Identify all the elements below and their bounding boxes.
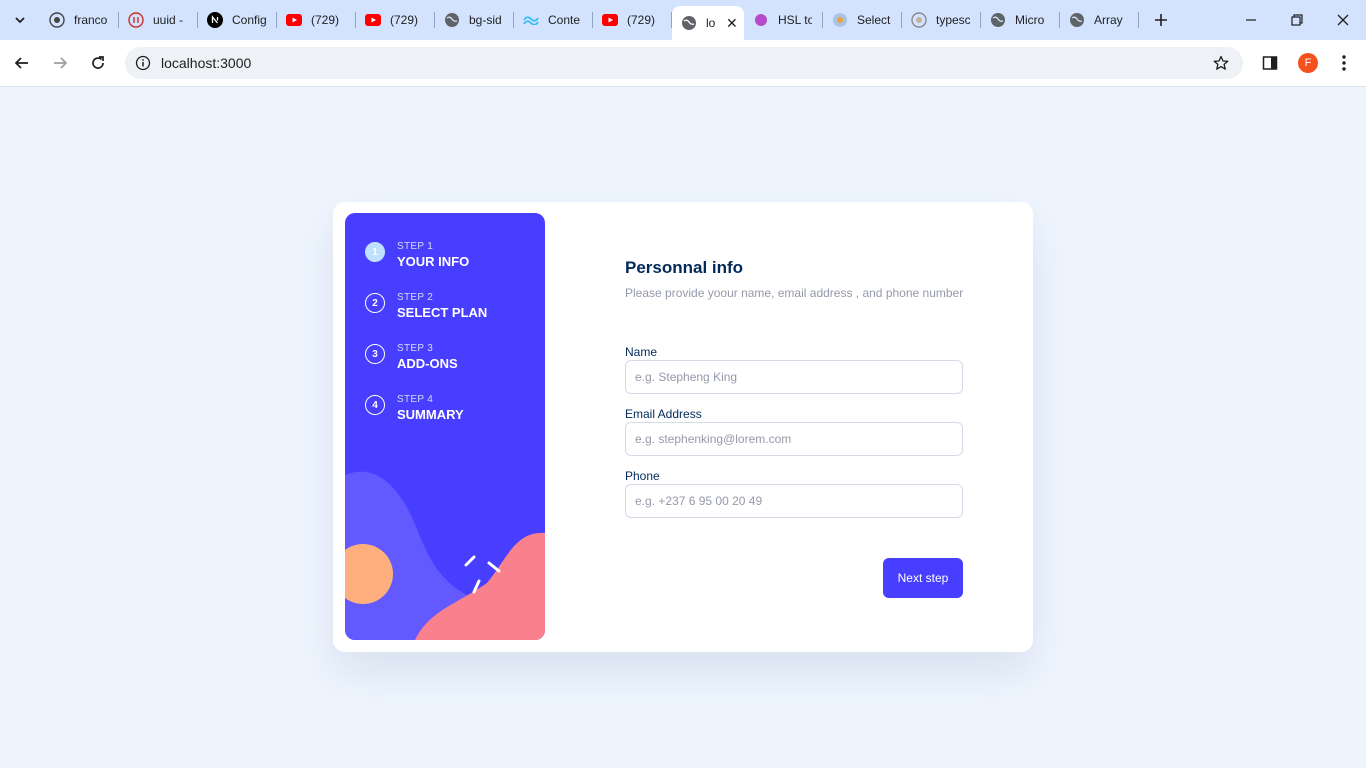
github-icon <box>49 12 65 28</box>
tab-title: typesc <box>936 13 970 27</box>
youtube-icon <box>365 12 381 28</box>
browser-tab-active[interactable]: lo ✕ <box>672 6 744 40</box>
step-label: STEP 2 <box>397 292 434 303</box>
step-label: STEP 1 <box>397 241 434 252</box>
globe-icon <box>990 12 1006 28</box>
step-name: YOUR INFO <box>397 254 470 269</box>
tailwind-icon <box>523 12 539 28</box>
site-info-icon[interactable] <box>133 53 153 73</box>
restore-button[interactable] <box>1274 0 1320 40</box>
browser-tab[interactable]: typesc <box>902 0 981 40</box>
name-input[interactable] <box>625 360 963 394</box>
restore-icon <box>1291 14 1303 26</box>
multi-step-form-card: 1 STEP 1 YOUR INFO 2 STEP 2 SELECT PLAN … <box>333 202 1033 652</box>
tab-title: (729) <box>390 13 419 27</box>
step-number: 4 <box>365 395 385 415</box>
step-name: ADD-ONS <box>397 356 458 371</box>
browser-toolbar: localhost:3000 F <box>0 40 1366 87</box>
tab-title: bg-sid <box>469 13 502 27</box>
sidebar-background-art <box>345 471 545 640</box>
side-panel-button[interactable] <box>1258 51 1282 75</box>
globe-icon <box>681 15 697 31</box>
tab-title: franco <box>74 13 108 27</box>
browser-tab[interactable]: Array <box>1060 0 1139 40</box>
step-label: STEP 4 <box>397 394 434 405</box>
browser-tab[interactable]: uuid - <box>119 0 198 40</box>
npm-icon <box>128 12 144 28</box>
name-label: Name <box>625 345 658 359</box>
url-text: localhost:3000 <box>161 55 252 71</box>
browser-tab[interactable]: Config <box>198 0 277 40</box>
plus-icon <box>1155 14 1167 26</box>
step-name: SELECT PLAN <box>397 305 488 320</box>
step-item-summary[interactable]: 4 STEP 4 SUMMARY <box>365 394 464 423</box>
step-number: 1 <box>365 242 385 262</box>
browser-tab[interactable]: (729) <box>277 0 356 40</box>
phone-input[interactable] <box>625 484 963 518</box>
purple-dot-icon <box>753 12 769 28</box>
address-bar[interactable]: localhost:3000 <box>125 47 1243 79</box>
email-input[interactable] <box>625 422 963 456</box>
browser-tab[interactable]: (729) <box>356 0 435 40</box>
phone-label: Phone <box>625 469 660 483</box>
back-button[interactable] <box>10 51 34 75</box>
chrome-web-icon <box>911 12 927 28</box>
minimize-icon <box>1246 19 1256 21</box>
forward-button[interactable] <box>48 51 72 75</box>
more-vert-icon <box>1342 55 1346 71</box>
menu-button[interactable] <box>1332 51 1356 75</box>
arrow-left-icon <box>14 57 28 69</box>
step-item-your-info[interactable]: 1 STEP 1 YOUR INFO <box>365 241 469 270</box>
tab-title: HSL to <box>778 13 812 27</box>
chevron-down-icon <box>15 17 25 24</box>
arrow-right-icon <box>54 57 68 69</box>
new-tab-button[interactable] <box>1150 8 1172 32</box>
close-tab-icon[interactable]: ✕ <box>726 15 738 32</box>
reload-icon <box>92 56 104 69</box>
email-label: Email Address <box>625 407 702 421</box>
browser-tab[interactable]: Select <box>823 0 902 40</box>
step-name: SUMMARY <box>397 407 464 422</box>
browser-tab[interactable]: HSL to <box>744 0 823 40</box>
globe-icon <box>444 12 460 28</box>
youtube-icon <box>286 12 302 28</box>
chrome-web-icon <box>832 12 848 28</box>
step-number: 2 <box>365 293 385 313</box>
step-number: 3 <box>365 344 385 364</box>
nextjs-icon <box>207 12 223 28</box>
tab-title: (729) <box>311 13 340 27</box>
side-panel-icon <box>1262 56 1278 70</box>
next-step-button[interactable]: Next step <box>883 558 963 598</box>
browser-tab[interactable]: Micro <box>981 0 1060 40</box>
browser-tab[interactable]: franco <box>40 0 119 40</box>
browser-tab[interactable]: bg-sid <box>435 0 514 40</box>
step-label: STEP 3 <box>397 343 434 354</box>
browser-tab[interactable]: (729) <box>593 0 672 40</box>
bookmark-star-icon[interactable] <box>1211 53 1231 73</box>
tab-title: (729) <box>627 13 656 27</box>
browser-tab[interactable]: Conte <box>514 0 593 40</box>
youtube-icon <box>602 12 618 28</box>
tab-list: franco uuid - Config (729) (729) bg-sid … <box>40 0 1139 40</box>
profile-avatar[interactable]: F <box>1298 53 1318 73</box>
tab-title: Config <box>232 13 266 27</box>
close-icon <box>1337 14 1349 26</box>
tab-title: Micro <box>1015 13 1045 27</box>
tab-title: uuid - <box>153 13 184 27</box>
reload-button[interactable] <box>86 51 110 75</box>
browser-tab-strip: franco uuid - Config (729) (729) bg-sid … <box>0 0 1366 40</box>
tab-title: Conte <box>548 13 581 27</box>
step-item-select-plan[interactable]: 2 STEP 2 SELECT PLAN <box>365 292 487 321</box>
tab-title: lo <box>706 16 716 30</box>
tab-title: Select <box>857 13 891 27</box>
close-window-button[interactable] <box>1320 0 1366 40</box>
globe-icon <box>1069 12 1085 28</box>
minimize-button[interactable] <box>1228 0 1274 40</box>
steps-sidebar: 1 STEP 1 YOUR INFO 2 STEP 2 SELECT PLAN … <box>345 213 545 640</box>
step-item-add-ons[interactable]: 3 STEP 3 ADD-ONS <box>365 343 458 372</box>
form-title: Personnal info <box>625 258 744 277</box>
tab-search-button[interactable] <box>8 8 32 32</box>
tab-title: Array <box>1094 13 1123 27</box>
form-subtitle: Please provide yoour name, email address… <box>625 286 964 300</box>
